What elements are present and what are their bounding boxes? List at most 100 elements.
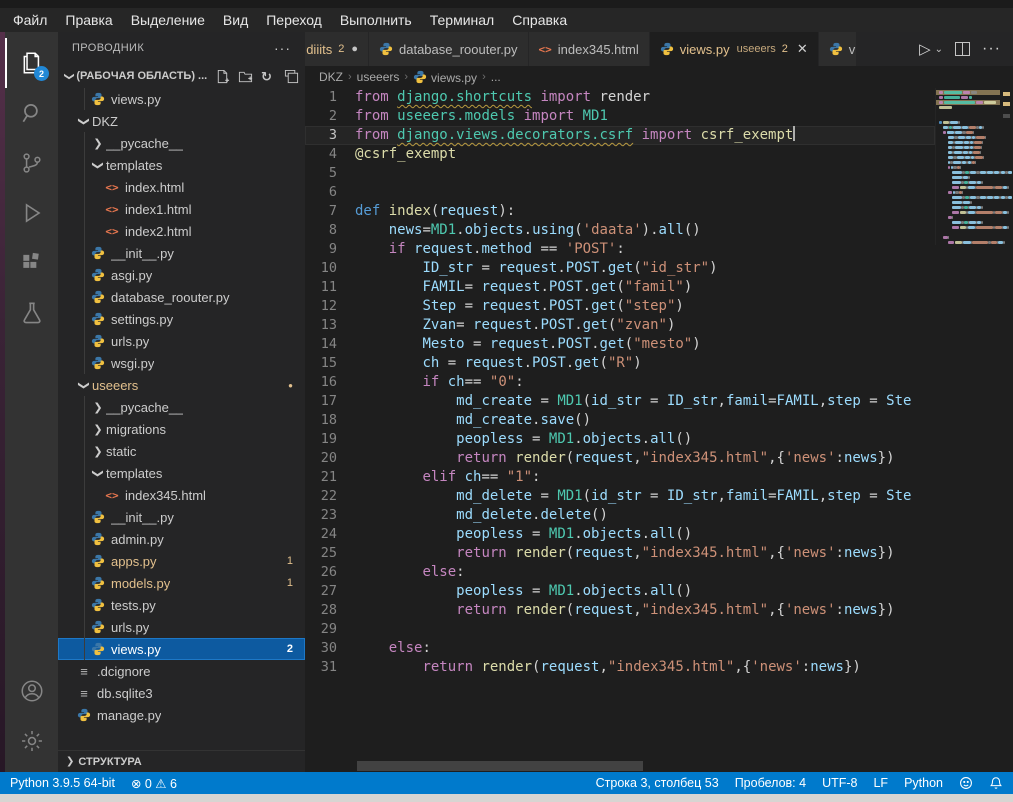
account-button[interactable] [5, 666, 58, 716]
tree-item--dcignore[interactable]: ≡.dcignore [58, 660, 305, 682]
breadcrumb-item-views-py[interactable]: views.py [413, 70, 477, 85]
menu-item-вид[interactable]: Вид [214, 10, 257, 30]
collapse-all-icon[interactable] [284, 69, 299, 84]
tree-item-static[interactable]: ❯static [58, 440, 305, 462]
tree-item-settings-py[interactable]: settings.py [58, 308, 305, 330]
tree-item-manage-py[interactable]: manage.py [58, 704, 305, 726]
workspace-section-header[interactable]: ❯ (РАБОЧАЯ ОБЛАСТЬ) ... ↻ [58, 64, 305, 88]
status-indentation[interactable]: Пробелов: 4 [735, 776, 806, 790]
refresh-icon[interactable]: ↻ [261, 69, 276, 84]
tree-item-dkz[interactable]: ❯DKZ [58, 110, 305, 132]
file-name: __pycache__ [106, 400, 183, 415]
vertical-scrollbar[interactable] [1000, 88, 1013, 772]
tree-item-index-html[interactable]: <>index.html [58, 176, 305, 198]
menu-item-справка[interactable]: Справка [503, 10, 576, 30]
dirty-indicator-icon: ● [351, 43, 358, 55]
tree-item-models-py[interactable]: models.py1 [58, 572, 305, 594]
chevron-down-icon: ❯ [64, 72, 75, 80]
tree-item--pycache-[interactable]: ❯__pycache__ [58, 132, 305, 154]
settings-gear-button[interactable] [5, 716, 58, 766]
source-control-activity-button[interactable] [5, 138, 58, 188]
outline-label: СТРУКТУРА [78, 756, 141, 768]
status-eol[interactable]: LF [873, 776, 888, 790]
menu-item-файл[interactable]: Файл [4, 10, 56, 30]
menu-item-переход[interactable]: Переход [257, 10, 331, 30]
horizontal-scrollbar[interactable] [305, 760, 935, 772]
vscode-window: ФайлПравкаВыделениеВидПереходВыполнитьТе… [0, 0, 1013, 802]
code-line: 18 md_create.save() [305, 411, 935, 430]
tree-item-templates[interactable]: ❯templates [58, 462, 305, 484]
tree-item-index2-html[interactable]: <>index2.html [58, 220, 305, 242]
tree-item--pycache-[interactable]: ❯__pycache__ [58, 396, 305, 418]
notifications-bell-icon[interactable] [989, 776, 1003, 790]
line-number: 17 [305, 392, 355, 411]
tab-views-py[interactable]: views.pyuseeers2✕ [650, 32, 819, 66]
tree-item-views-py[interactable]: views.py2 [58, 638, 305, 660]
more-actions-icon[interactable]: ··· [982, 40, 1001, 58]
status-encoding[interactable]: UTF-8 [822, 776, 857, 790]
tree-item-index345-html[interactable]: <>index345.html [58, 484, 305, 506]
minimap[interactable] [935, 88, 1000, 245]
status-language-mode[interactable]: Python [904, 776, 943, 790]
code-line: 20 return render(request,"index345.html"… [305, 449, 935, 468]
file-name: useeers [92, 378, 138, 393]
tree-item-apps-py[interactable]: apps.py1 [58, 550, 305, 572]
tab-diiits[interactable]: diiits2● [305, 32, 369, 66]
line-number: 30 [305, 639, 355, 658]
tree-item-database-roouter-py[interactable]: database_roouter.py [58, 286, 305, 308]
feedback-icon[interactable] [959, 776, 973, 790]
tab-database-roouter-py[interactable]: database_roouter.py [369, 32, 529, 66]
split-editor-icon[interactable] [955, 42, 970, 56]
status-python-interpreter[interactable]: Python 3.9.5 64-bit [10, 776, 115, 790]
tree-item-db-sqlite3[interactable]: ≡db.sqlite3 [58, 682, 305, 704]
tree-item-asgi-py[interactable]: asgi.py [58, 264, 305, 286]
code-line: 2from useeers.models import MD1 [305, 107, 935, 126]
breadcrumb-item-useeers[interactable]: useeers [357, 70, 400, 84]
html-file-icon: <> [104, 489, 120, 502]
python-file-icon [90, 576, 106, 590]
tree-item-tests-py[interactable]: tests.py [58, 594, 305, 616]
tree-item--init-py[interactable]: __init__.py [58, 242, 305, 264]
tab-label: diiits [306, 42, 332, 57]
file-name: models.py [111, 576, 170, 591]
status-problems[interactable]: ⊗ 0 ⚠ 6 [131, 776, 177, 791]
menu-item-терминал[interactable]: Терминал [421, 10, 503, 30]
outline-section-header[interactable]: ❯ СТРУКТУРА [58, 750, 305, 772]
tree-item-wsgi-py[interactable]: wsgi.py [58, 352, 305, 374]
tree-item-urls-py[interactable]: urls.py [58, 616, 305, 638]
python-file-icon [90, 510, 106, 524]
code-line: 24 peopless = MD1.objects.all() [305, 525, 935, 544]
close-icon[interactable]: ✕ [797, 41, 808, 57]
breadcrumb-item--[interactable]: ... [491, 70, 501, 84]
menu-item-правка[interactable]: Правка [56, 10, 121, 30]
tree-item-index1-html[interactable]: <>index1.html [58, 198, 305, 220]
file-name: __init__.py [111, 510, 174, 525]
new-file-icon[interactable] [215, 69, 230, 84]
tree-item-templates[interactable]: ❯templates [58, 154, 305, 176]
tree-item-admin-py[interactable]: admin.py [58, 528, 305, 550]
run-button[interactable]: ▷ [919, 40, 931, 58]
extensions-activity-button[interactable] [5, 238, 58, 288]
tab-index345-html[interactable]: <>index345.html [529, 32, 650, 66]
run-debug-activity-button[interactable] [5, 188, 58, 238]
menu-item-выполнить[interactable]: Выполнить [331, 10, 421, 30]
scrollbar-thumb[interactable] [357, 761, 643, 771]
code-lines[interactable]: 1from django.shortcuts import render2fro… [305, 88, 935, 760]
tree-item-urls-py[interactable]: urls.py [58, 330, 305, 352]
status-cursor-position[interactable]: Строка 3, столбец 53 [596, 776, 719, 790]
breadcrumb-item-dkz[interactable]: DKZ [319, 70, 343, 84]
menu-item-выделение[interactable]: Выделение [122, 10, 214, 30]
testing-activity-button[interactable] [5, 288, 58, 338]
run-dropdown-icon[interactable]: ⌄ [935, 44, 943, 55]
file-name: index.html [125, 180, 184, 195]
tab-vie[interactable]: vie [819, 32, 857, 66]
new-folder-icon[interactable] [238, 69, 253, 84]
tree-item--init-py[interactable]: __init__.py [58, 506, 305, 528]
tree-item-migrations[interactable]: ❯migrations [58, 418, 305, 440]
tree-item-useeers[interactable]: ❯useeers● [58, 374, 305, 396]
search-activity-button[interactable] [5, 88, 58, 138]
tree-item-views-py[interactable]: views.py [58, 88, 305, 110]
sidebar-more-actions[interactable]: ··· [274, 40, 291, 56]
code-line: 3from django.views.decorators.csrf impor… [305, 126, 935, 145]
explorer-activity-button[interactable]: 2 [5, 38, 58, 88]
